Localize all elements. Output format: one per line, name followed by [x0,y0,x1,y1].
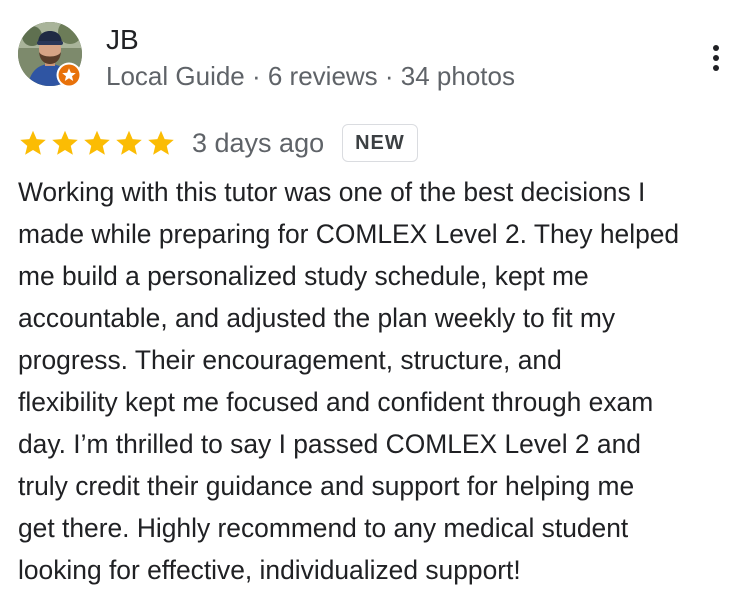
review-line: accountable, and adjusted the plan weekl… [18,303,616,333]
review-line: truly credit their guidance and support … [18,471,635,501]
review-line: Working with this tutor was one of the b… [18,177,646,207]
review-line: made while preparing for COMLEX Level 2.… [18,219,680,249]
star-icon [20,130,46,155]
review-line: looking for effective, individualized su… [18,555,521,585]
review-date: 3 days ago [192,128,325,158]
more-vertical-icon[interactable] [706,42,726,78]
review-header: JB Local Guide · 6 reviews · 34 photos [18,22,736,92]
review-line: day. I’m thrilled to say I passed COMLEX… [18,429,641,459]
review-line: flexibility kept me focused and confiden… [18,387,654,417]
reviewer-meta: Local Guide · 6 reviews · 34 photos [106,61,515,91]
review-line: me build a personalized study schedule, … [18,261,589,291]
rating-row: 3 days ago NEW [18,122,418,164]
local-guide-star-icon [56,62,82,88]
star-icon [84,130,110,155]
star-icon [116,130,142,155]
reviewer-name[interactable]: JB [106,24,139,56]
star-icon [52,130,78,155]
star-icon [148,130,174,155]
star-rating [18,128,176,158]
review-line: progress. Their encouragement, structure… [18,345,562,375]
review-line: get there. Highly recommend to any medic… [18,513,629,543]
review-card: JB Local Guide · 6 reviews · 34 photos 3… [0,0,754,606]
new-badge: NEW [342,124,418,162]
review-text: Working with this tutor was one of the b… [18,171,744,591]
